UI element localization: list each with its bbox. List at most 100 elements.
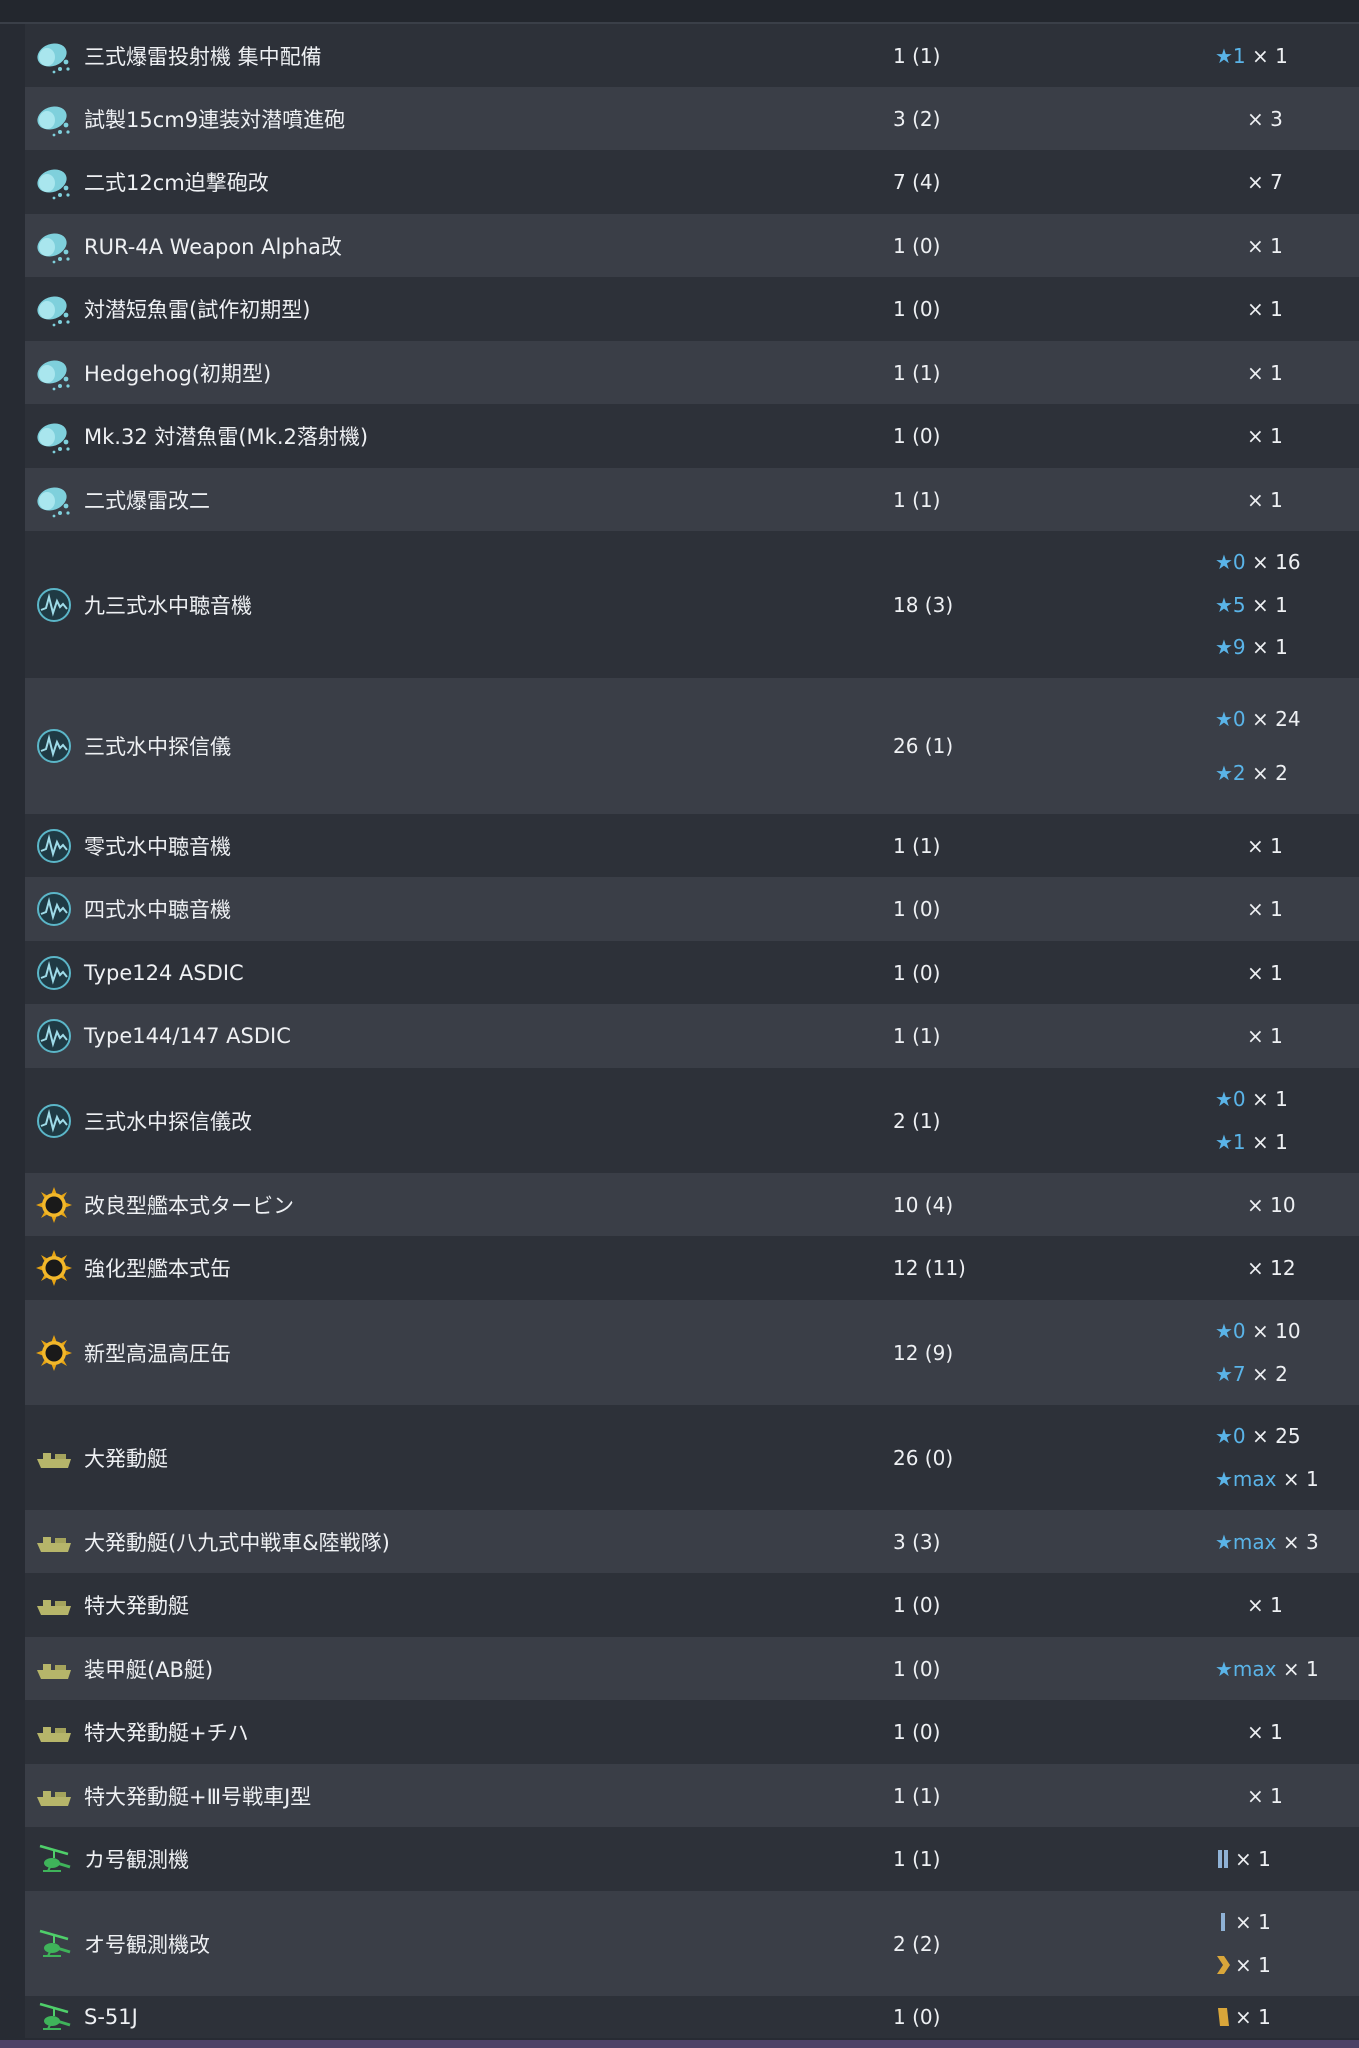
improvement-entry: ★5 × 1 [1215,593,1301,617]
improvement-entry: × 1 [1215,897,1283,921]
equipment-row[interactable]: 零式水中聴音機 1 (1) × 1 [25,814,1359,877]
equipment-row[interactable]: 二式爆雷改二 1 (1) × 1 [25,468,1359,531]
landing-craft-icon [35,1586,73,1624]
sonar-icon [35,827,73,865]
equipment-row[interactable]: 特大発動艇 1 (0) × 1 [25,1573,1359,1637]
equipment-name: オ号観測機改 [84,1932,210,1957]
improvement-list: ★0 × 10 ★7 × 2 [1215,1300,1301,1405]
improvement-entry: × 1 [1215,1910,1271,1934]
improvement-list: × 12 [1215,1236,1296,1300]
equipment-row[interactable]: RUR-4A Weapon Alpha改 1 (0) × 1 [25,214,1359,277]
improvement-star: ★1 [1215,1130,1246,1154]
equipment-row[interactable]: S-51J 1 (0) × 1 [25,1996,1359,2038]
equipment-name: 九三式水中聴音機 [84,593,252,618]
equipment-row[interactable]: 強化型艦本式缶 12 (11) × 12 [25,1236,1359,1300]
equipment-row[interactable]: Type144/147 ASDIC 1 (1) × 1 [25,1004,1359,1068]
improvement-qty: × 1 [1235,1910,1271,1934]
autogyro-icon [35,1925,73,1963]
landing-craft-icon [35,1713,73,1751]
improvement-entry: × 12 [1215,1256,1296,1280]
improvement-entry: ★0 × 1 [1215,1087,1288,1111]
improvement-list: × 1 [1215,1996,1271,2038]
equipment-count: 12 (9) [893,1340,954,1365]
equipment-row[interactable]: 三式水中探信儀 26 (1) ★0 × 24 ★2 × 2 [25,678,1359,814]
improvement-qty: × 2 [1252,760,1288,785]
equipment-name: Mk.32 対潜魚雷(Mk.2落射機) [84,425,369,449]
improvement-list: × 10 [1215,1173,1296,1236]
improvement-list: × 1 [1215,1764,1283,1827]
improvement-entry: × 1 [1215,297,1283,321]
equipment-row[interactable]: カ号観測機 1 (1) × 1 [25,1827,1359,1891]
equipment-row[interactable]: 新型高温高圧缶 12 (9) ★0 × 10 ★7 × 2 [25,1300,1359,1405]
autogyro-icon [35,1840,73,1878]
improvement-qty: × 10 [1247,1192,1296,1217]
improvement-entry: × 1 [1215,1784,1283,1808]
equipment-row[interactable]: 装甲艇(AB艇) 1 (0) ★max × 1 [25,1637,1359,1700]
equipment-row[interactable]: 対潜短魚雷(試作初期型) 1 (0) × 1 [25,277,1359,341]
improvement-star: ★7 [1215,1362,1246,1386]
equipment-name: 特大発動艇 [84,1594,189,1618]
equipment-row[interactable]: 試製15cm9連装対潜噴進砲 3 (2) × 3 [25,87,1359,150]
equipment-count: 1 (1) [893,1783,941,1808]
equipment-name: 新型高温高圧缶 [84,1341,231,1366]
equipment-row[interactable]: 三式水中探信儀改 2 (1) ★0 × 1 ★1 × 1 [25,1068,1359,1173]
improvement-entry: ★max × 1 [1215,1657,1319,1681]
equipment-name: 試製15cm9連装対潜噴進砲 [84,107,346,132]
equipment-name: 改良型艦本式タービン [84,1193,294,1218]
improvement-entry: ★9 × 1 [1215,635,1301,659]
improvement-entry: ★0 × 10 [1215,1319,1301,1343]
equipment-row[interactable]: 大発動艇 26 (0) ★0 × 25 ★max × 1 [25,1405,1359,1510]
equipment-row[interactable]: 九三式水中聴音機 18 (3) ★0 × 16 ★5 × 1 ★9 × 1 [25,531,1359,678]
equipment-row[interactable]: オ号観測機改 2 (2) × 1 × 1 [25,1891,1359,1996]
equipment-count: 1 (0) [893,1593,941,1617]
equipment-count: 2 (2) [893,1931,941,1956]
depth-charge-icon [35,417,73,455]
equipment-row[interactable]: 大発動艇(八九式中戦車&陸戦隊) 3 (3) ★max × 3 [25,1510,1359,1573]
improvement-qty: × 1 [1247,487,1283,512]
equipment-row[interactable]: Type124 ASDIC 1 (0) × 1 [25,941,1359,1004]
equipment-name: 装甲艇(AB艇) [84,1657,214,1682]
depth-charge-icon [35,37,73,75]
equipment-count: 1 (0) [893,2005,941,2029]
improvement-qty: × 1 [1235,1847,1271,1871]
depth-charge-icon [35,354,73,392]
equipment-name: 二式12cm迫撃砲改 [84,171,269,195]
improvement-qty: × 1 [1247,833,1283,858]
improvement-entry: × 1 [1215,1720,1283,1744]
equipment-row[interactable]: 改良型艦本式タービン 10 (4) × 10 [25,1173,1359,1236]
equipment-name: 四式水中聴音機 [84,898,231,922]
landing-craft-icon [35,1650,73,1688]
improvement-qty: × 25 [1252,1424,1301,1448]
autogyro-icon [35,1998,73,2036]
improvement-qty: × 1 [1235,2005,1271,2029]
equipment-name: 三式水中探信儀 [84,735,231,759]
equipment-row[interactable]: 特大発動艇+Ⅲ号戦車J型 1 (1) × 1 [25,1764,1359,1827]
improvement-entry: × 1 [1215,2005,1271,2029]
improvement-qty: × 3 [1282,1529,1319,1554]
improvement-qty: × 1 [1252,592,1288,617]
equipment-row[interactable]: 二式12cm迫撃砲改 7 (4) × 7 [25,150,1359,214]
equipment-name: RUR-4A Weapon Alpha改 [84,234,342,259]
equipment-name: 特大発動艇+Ⅲ号戦車J型 [84,1784,312,1809]
improvement-list: ★0 × 16 ★5 × 1 ★9 × 1 [1215,531,1301,678]
engine-icon [35,1334,73,1372]
equipment-row[interactable]: Mk.32 対潜魚雷(Mk.2落射機) 1 (0) × 1 [25,404,1359,468]
improvement-entry: ★1 × 1 [1215,1130,1288,1154]
equipment-name: 三式爆雷投射機 集中配備 [84,44,322,69]
equipment-row[interactable]: 特大発動艇+チハ 1 (0) × 1 [25,1700,1359,1764]
equipment-row[interactable]: 四式水中聴音機 1 (0) × 1 [25,877,1359,941]
equipment-name: Type124 ASDIC [84,960,244,985]
improvement-star: ★max [1215,1529,1277,1554]
improvement-qty: × 3 [1247,106,1283,131]
landing-craft-icon [35,1523,73,1561]
equipment-row[interactable]: 三式爆雷投射機 集中配備 1 (1) ★1 × 1 [25,24,1359,87]
improvement-qty: × 1 [1252,1087,1288,1111]
equipment-row[interactable]: Hedgehog(初期型) 1 (1) × 1 [25,341,1359,404]
equipment-count: 1 (0) [893,1720,941,1744]
equipment-name: 対潜短魚雷(試作初期型) [84,298,311,322]
improvement-qty: × 1 [1235,1953,1271,1977]
improvement-entry: ★1 × 1 [1215,44,1288,68]
improvement-list: × 1 [1215,404,1283,468]
equipment-count: 26 (0) [893,1445,954,1470]
sonar-icon [35,954,73,992]
